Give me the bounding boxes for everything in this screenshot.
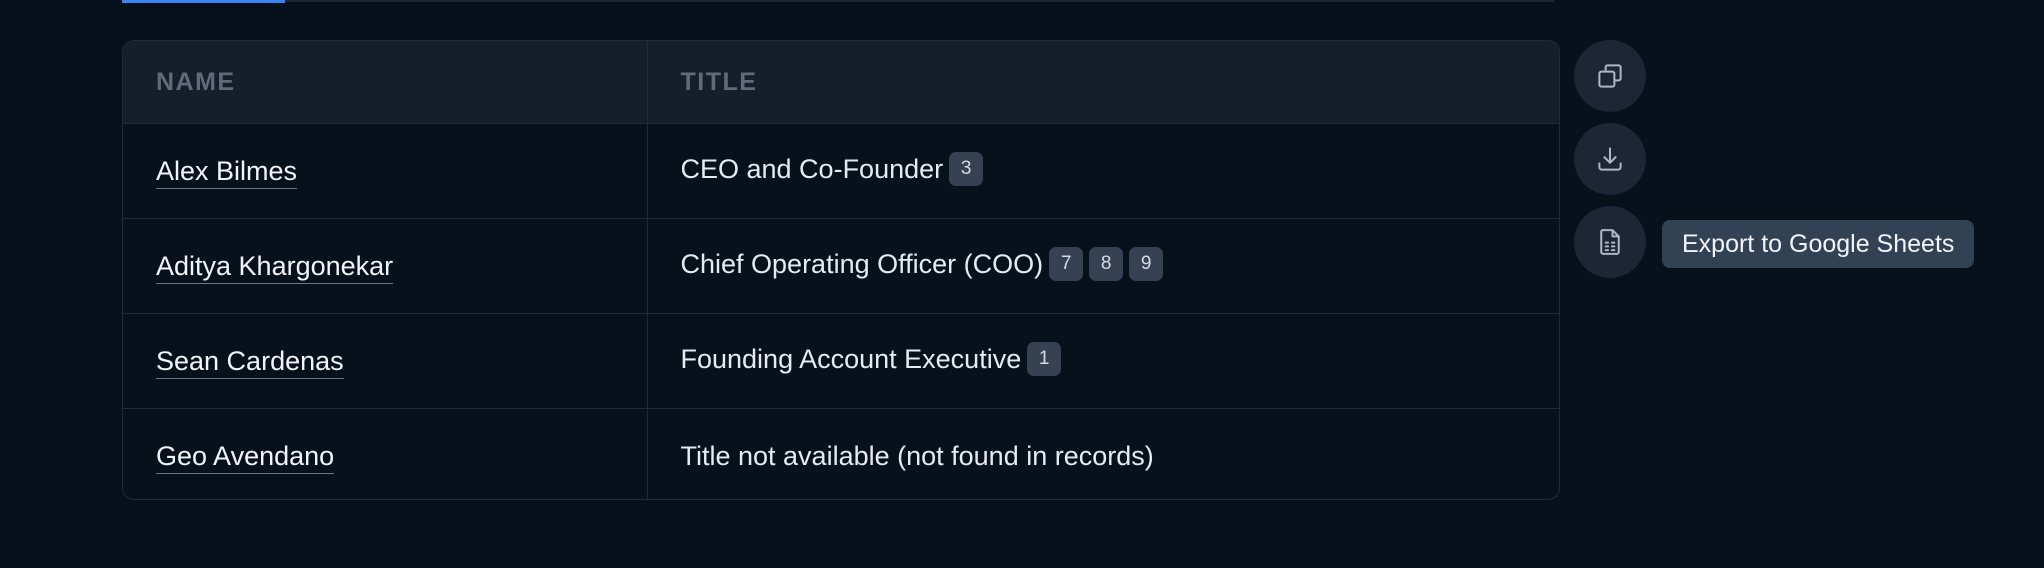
name-cell: Geo Avendano xyxy=(123,408,648,499)
person-name-link[interactable]: Sean Cardenas xyxy=(156,345,344,379)
table-row: Alex Bilmes CEO and Co-Founder 3 xyxy=(123,123,1559,219)
people-table-container: NAME TITLE Alex Bilmes CEO and Co-Founde… xyxy=(122,40,1560,500)
spreadsheet-icon xyxy=(1600,229,1620,255)
table-row: Aditya Khargonekar Chief Operating Offic… xyxy=(123,218,1559,314)
export-tooltip: Export to Google Sheets xyxy=(1662,220,1975,268)
citation-badge[interactable]: 1 xyxy=(1027,342,1062,376)
citation-badge[interactable]: 8 xyxy=(1089,247,1124,281)
citation-badge[interactable]: 7 xyxy=(1049,247,1084,281)
person-title: Chief Operating Officer (COO) xyxy=(680,249,1044,280)
person-name-link[interactable]: Alex Bilmes xyxy=(156,155,298,189)
person-title: Title not available (not found in record… xyxy=(680,440,1154,471)
column-header-name: NAME xyxy=(123,41,648,124)
citation-badge[interactable]: 3 xyxy=(949,152,984,186)
person-title: CEO and Co-Founder xyxy=(680,154,944,185)
active-tab-indicator xyxy=(122,0,285,3)
citation-badge[interactable]: 9 xyxy=(1129,247,1164,281)
person-title: Founding Account Executive xyxy=(680,344,1022,375)
name-cell: Alex Bilmes xyxy=(123,123,648,219)
title-cell: Founding Account Executive 1 xyxy=(647,313,1559,409)
people-table: NAME TITLE Alex Bilmes CEO and Co-Founde… xyxy=(123,41,1559,500)
tab-underline xyxy=(122,0,1554,3)
person-name-link[interactable]: Aditya Khargonekar xyxy=(156,250,394,284)
person-name-link[interactable]: Geo Avendano xyxy=(156,440,335,474)
copy-icon xyxy=(1598,64,1622,88)
name-cell: Sean Cardenas xyxy=(123,313,648,409)
title-cell: CEO and Co-Founder 3 xyxy=(647,123,1559,219)
table-row: Geo Avendano Title not available (not fo… xyxy=(123,408,1559,500)
name-cell: Aditya Khargonekar xyxy=(123,218,648,314)
table-row: Sean Cardenas Founding Account Executive… xyxy=(123,313,1559,409)
download-button[interactable] xyxy=(1574,123,1646,195)
page: NAME TITLE Alex Bilmes CEO and Co-Founde… xyxy=(0,0,2044,568)
column-header-title: TITLE xyxy=(647,41,1559,124)
download-icon xyxy=(1598,147,1622,171)
table-actions xyxy=(1574,40,1646,289)
title-cell: Title not available (not found in record… xyxy=(647,409,1559,500)
title-cell: Chief Operating Officer (COO) 7 8 9 xyxy=(647,218,1559,314)
table-header-row: NAME TITLE xyxy=(123,41,1559,124)
copy-button[interactable] xyxy=(1574,40,1646,112)
export-google-sheets-button[interactable] xyxy=(1574,206,1646,278)
